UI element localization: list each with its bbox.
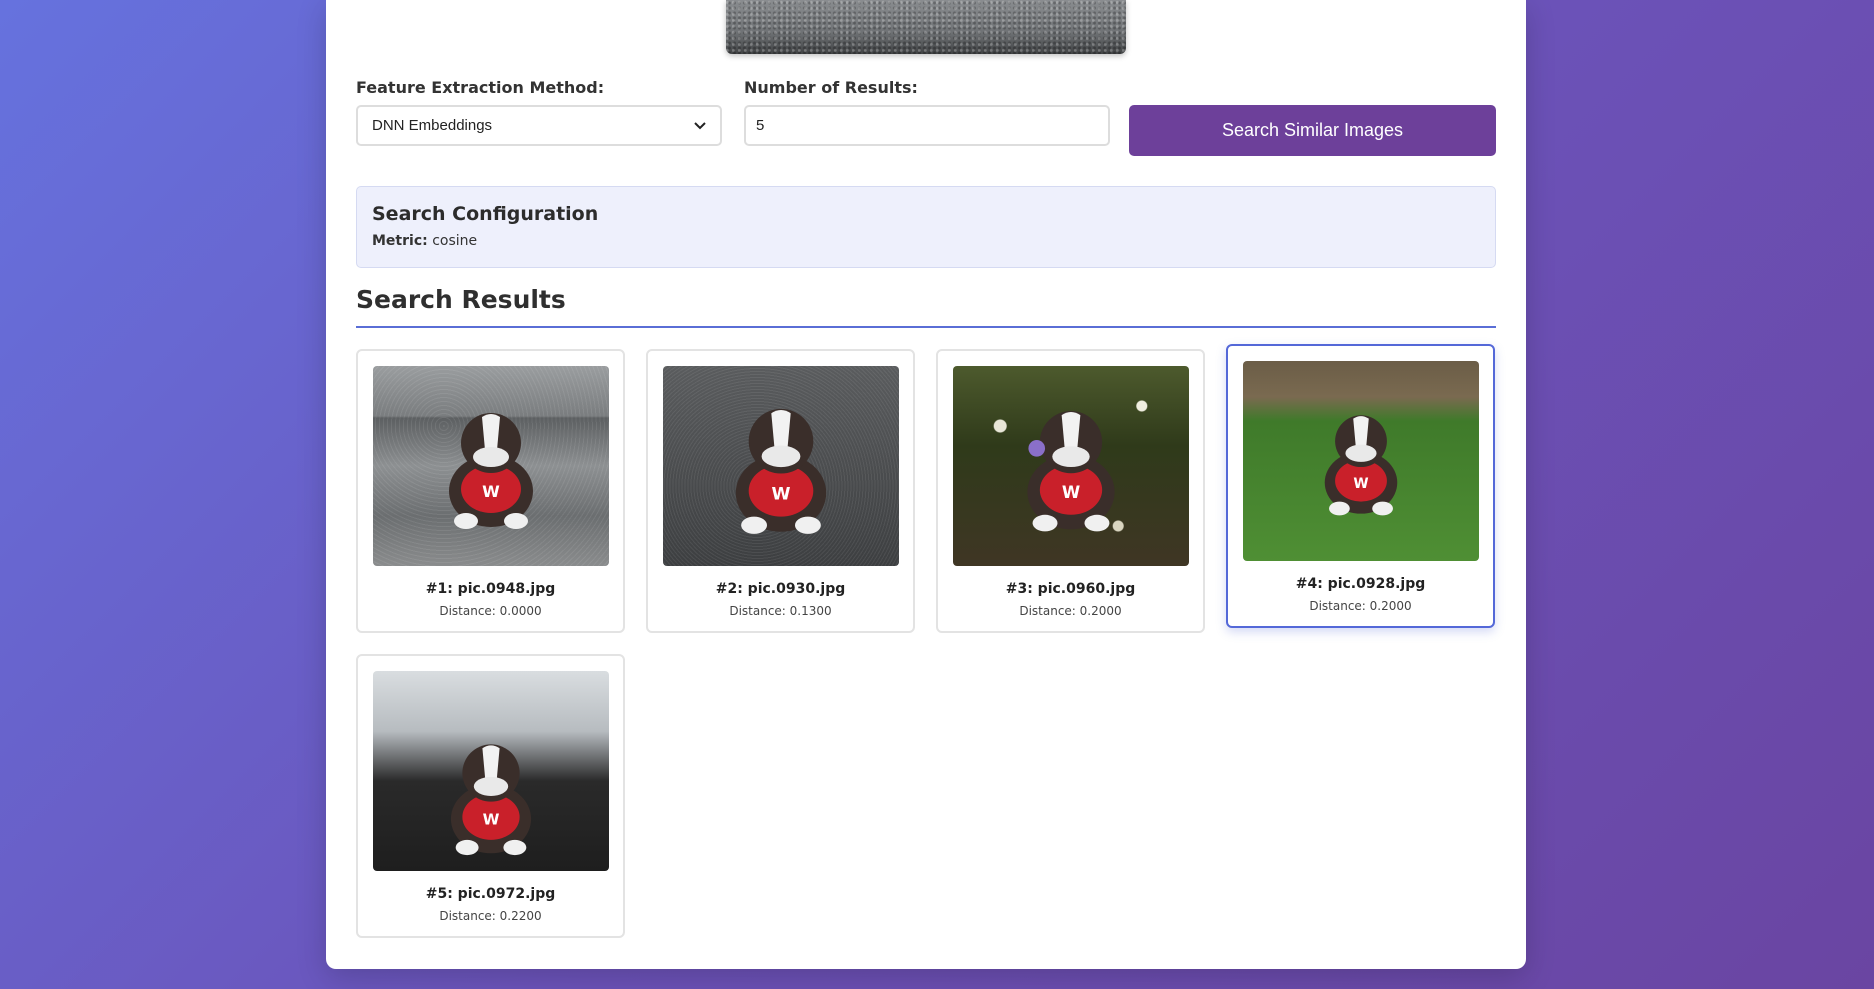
result-filename: #1: pic.0948.jpg <box>425 581 556 597</box>
result-thumbnail[interactable]: W <box>953 366 1189 566</box>
result-distance: Distance: 0.2000 <box>1309 599 1412 613</box>
results-title: Search Results <box>356 285 1496 328</box>
method-control: Feature Extraction Method: DNN Embedding… <box>356 78 722 146</box>
query-image <box>726 0 1126 54</box>
metric-label: Metric: <box>372 233 428 249</box>
svg-text:W: W <box>1062 483 1080 502</box>
badger-plush-image: W <box>1324 415 1398 516</box>
method-select-value: DNN Embeddings <box>372 117 493 134</box>
result-thumbnail[interactable]: W <box>663 366 899 566</box>
main-card: Feature Extraction Method: DNN Embedding… <box>326 0 1526 969</box>
config-title: Search Configuration <box>372 203 599 225</box>
metric-row: Metric: cosine <box>372 233 1480 249</box>
result-thumbnail[interactable]: W <box>373 671 609 871</box>
metric-value: cosine <box>432 233 478 249</box>
result-card[interactable]: W #1: pic.0948.jpg Distance: 0.0000 <box>356 349 625 633</box>
svg-text:W: W <box>482 482 500 501</box>
search-button[interactable]: Search Similar Images <box>1129 105 1496 156</box>
method-select[interactable]: DNN Embeddings <box>356 105 722 146</box>
result-distance: Distance: 0.1300 <box>729 604 832 618</box>
badger-plush-image: W <box>735 408 827 534</box>
result-filename: #5: pic.0972.jpg <box>425 886 556 902</box>
result-card[interactable]: W #3: pic.0960.jpg Distance: 0.2000 <box>936 349 1205 633</box>
result-thumbnail[interactable]: W <box>1243 361 1479 561</box>
result-card[interactable]: W #4: pic.0928.jpg Distance: 0.2000 <box>1226 344 1495 628</box>
results-count-input[interactable] <box>744 105 1110 146</box>
badger-plush-image: W <box>450 744 532 856</box>
result-card[interactable]: W #5: pic.0972.jpg Distance: 0.2200 <box>356 654 625 938</box>
results-count-control: Number of Results: <box>744 78 1110 146</box>
results-count-label: Number of Results: <box>744 78 918 97</box>
badger-plush-image: W <box>449 413 533 529</box>
result-filename: #3: pic.0960.jpg <box>1005 581 1136 597</box>
method-label: Feature Extraction Method: <box>356 78 605 97</box>
result-distance: Distance: 0.0000 <box>439 604 542 618</box>
result-distance: Distance: 0.2200 <box>439 909 542 923</box>
result-distance: Distance: 0.2000 <box>1019 604 1122 618</box>
svg-text:W: W <box>1353 476 1368 492</box>
result-filename: #4: pic.0928.jpg <box>1295 576 1426 592</box>
chevron-down-icon <box>694 119 706 133</box>
svg-text:W: W <box>772 484 791 504</box>
result-card[interactable]: W #2: pic.0930.jpg Distance: 0.1300 <box>646 349 915 633</box>
svg-text:W: W <box>483 811 500 829</box>
result-thumbnail[interactable]: W <box>373 366 609 566</box>
badger-plush-image: W <box>1027 410 1115 532</box>
search-config-panel: Search Configuration Metric: cosine <box>356 186 1496 268</box>
result-filename: #2: pic.0930.jpg <box>715 581 846 597</box>
